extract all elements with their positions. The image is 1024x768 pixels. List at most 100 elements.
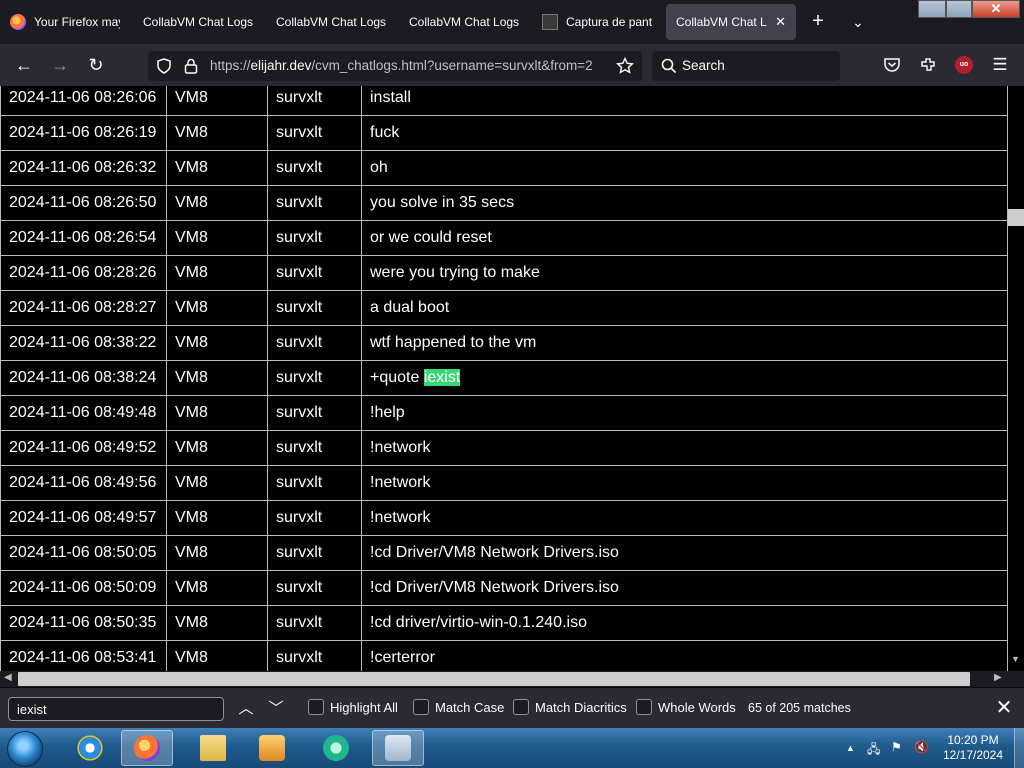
vm-cell: VM8 — [166, 360, 268, 396]
message-cell: !network — [361, 500, 1008, 536]
pocket-icon[interactable] — [883, 56, 901, 74]
tab-chat-logs-3[interactable]: CollabVM Chat Logs — [399, 4, 529, 40]
horizontal-scroll-thumb[interactable] — [18, 672, 970, 686]
message-cell: wtf happened to the vm — [361, 325, 1008, 361]
forward-button[interactable]: → — [48, 53, 72, 77]
list-tabs-button[interactable]: ⌄ — [846, 10, 870, 34]
extension-badge-label: uo — [959, 61, 969, 68]
checkbox-box[interactable] — [636, 699, 652, 715]
message-cell: install — [361, 86, 1008, 116]
timestamp-cell: 2024-11-06 08:38:24 — [0, 360, 167, 396]
close-find-bar-button[interactable]: ✕ — [992, 696, 1016, 720]
table-row: 2024-11-06 08:53:41 VM8 survxlt !certerror — [0, 640, 1008, 671]
message-cell: +quote iexist — [361, 360, 1008, 396]
table-row: 2024-11-06 08:50:35 VM8 survxlt !cd driver/… — [0, 605, 1008, 641]
reload-button[interactable]: ↻ — [84, 53, 108, 77]
volume-muted-icon[interactable]: 🔇 — [914, 740, 929, 754]
tab-firefox-notice[interactable]: Your Firefox may — [0, 4, 130, 40]
back-button[interactable]: ← — [12, 53, 36, 77]
vertical-scrollbar[interactable]: ▼ — [1008, 86, 1024, 671]
ublock-origin-icon[interactable]: uo — [955, 56, 973, 74]
username-cell: survxlt — [267, 570, 362, 606]
lock-icon[interactable] — [184, 58, 198, 74]
scroll-left-arrow-icon[interactable]: ◀ — [4, 672, 12, 683]
network-icon[interactable]: 🖧 — [867, 740, 880, 761]
page-content: 2024-11-06 08:26:06 VM8 survxlt install 2024… — [0, 86, 1008, 671]
bookmark-star-icon[interactable] — [616, 57, 634, 75]
find-next-button[interactable]: ﹀ — [264, 697, 288, 721]
username-cell: survxlt — [267, 360, 362, 396]
tab-chat-logs-1[interactable]: CollabVM Chat Logs — [133, 4, 263, 40]
start-button[interactable] — [7, 731, 43, 767]
search-icon — [661, 58, 677, 74]
username-cell: survxlt — [267, 640, 362, 671]
maximize-button[interactable] — [946, 0, 972, 18]
url-text[interactable]: https://elijahr.dev/cvm_chatlogs.html?us… — [210, 58, 610, 73]
show-desktop-button[interactable] — [1014, 728, 1024, 768]
username-cell: survxlt — [267, 86, 362, 116]
taskbar-remote-desktop[interactable] — [372, 730, 424, 766]
vm-cell: VM8 — [166, 115, 268, 151]
tab-title: CollabVM Chat Logs — [276, 15, 386, 29]
scroll-down-arrow-icon[interactable]: ▼ — [1011, 654, 1020, 664]
vm-cell: VM8 — [166, 290, 268, 326]
timestamp-cell: 2024-11-06 08:26:06 — [0, 86, 167, 116]
vm-cell: VM8 — [166, 395, 268, 431]
shield-icon[interactable] — [156, 58, 172, 74]
tab-chat-logs-2[interactable]: CollabVM Chat Logs — [266, 4, 396, 40]
new-tab-button[interactable]: + — [806, 10, 830, 34]
message-cell: !certerror — [361, 640, 1008, 671]
vertical-scroll-thumb[interactable] — [1008, 209, 1024, 226]
table-row: 2024-11-06 08:49:52 VM8 survxlt !network — [0, 430, 1008, 466]
taskbar-clock[interactable]: 10:20 PM 12/17/2024 — [936, 733, 1010, 763]
tab-screenshot[interactable]: Captura de pant — [532, 4, 662, 40]
show-hidden-icons-icon[interactable]: ▲ — [846, 743, 855, 753]
tab-chat-logs-active[interactable]: CollabVM Chat Lo ✕ — [666, 4, 796, 40]
firefox-icon — [10, 14, 26, 30]
whole-words-label: Whole Words — [658, 699, 736, 715]
close-window-button[interactable]: ✕ — [972, 0, 1020, 18]
taskbar-internet-explorer[interactable] — [64, 730, 116, 766]
close-tab-icon[interactable]: ✕ — [775, 14, 786, 30]
checkbox-box[interactable] — [413, 699, 429, 715]
url-bar[interactable]: https://elijahr.dev/cvm_chatlogs.html?us… — [148, 51, 642, 81]
extensions-icon[interactable] — [919, 56, 937, 74]
search-bar[interactable]: Search — [652, 51, 840, 81]
taskbar-file-explorer[interactable] — [187, 730, 239, 766]
username-cell: survxlt — [267, 290, 362, 326]
table-row: 2024-11-06 08:38:24 VM8 survxlt +quote iexi… — [0, 360, 1008, 396]
timestamp-cell: 2024-11-06 08:28:27 — [0, 290, 167, 326]
vm-cell: VM8 — [166, 535, 268, 571]
taskbar-firefox[interactable] — [121, 730, 173, 766]
find-previous-button[interactable]: ︿ — [234, 697, 258, 721]
taskbar-collabvm-app[interactable] — [310, 730, 362, 766]
vm-cell: VM8 — [166, 430, 268, 466]
menu-hamburger-icon[interactable]: ☰ — [988, 53, 1012, 77]
taskbar-media-player[interactable] — [246, 730, 298, 766]
username-cell: survxlt — [267, 395, 362, 431]
highlight-all-checkbox[interactable]: Highlight All — [308, 699, 398, 715]
message-cell: !cd Driver/VM8 Network Drivers.iso — [361, 535, 1008, 571]
table-row: 2024-11-06 08:26:06 VM8 survxlt install — [0, 86, 1008, 116]
match-case-checkbox[interactable]: Match Case — [413, 699, 504, 715]
timestamp-cell: 2024-11-06 08:50:05 — [0, 535, 167, 571]
table-row: 2024-11-06 08:50:09 VM8 survxlt !cd Driver/… — [0, 570, 1008, 606]
message-cell: a dual boot — [361, 290, 1008, 326]
action-center-flag-icon[interactable]: ⚑ — [891, 740, 902, 754]
match-diacritics-label: Match Diacritics — [535, 699, 627, 715]
scroll-right-arrow-icon[interactable]: ▶ — [994, 672, 1002, 683]
whole-words-checkbox[interactable]: Whole Words — [636, 699, 736, 715]
checkbox-box[interactable] — [513, 699, 529, 715]
tab-strip: Your Firefox may CollabVM Chat Logs Coll… — [0, 0, 1024, 44]
timestamp-cell: 2024-11-06 08:49:52 — [0, 430, 167, 466]
timestamp-cell: 2024-11-06 08:50:09 — [0, 570, 167, 606]
firefox-icon — [134, 735, 160, 761]
find-input[interactable] — [8, 697, 224, 721]
match-diacritics-checkbox[interactable]: Match Diacritics — [513, 699, 627, 715]
checkbox-box[interactable] — [308, 699, 324, 715]
table-row: 2024-11-06 08:38:22 VM8 survxlt wtf happene… — [0, 325, 1008, 361]
message-cell: !cd driver/virtio-win-0.1.240.iso — [361, 605, 1008, 641]
timestamp-cell: 2024-11-06 08:26:32 — [0, 150, 167, 186]
minimize-button[interactable] — [918, 0, 946, 18]
vm-cell: VM8 — [166, 325, 268, 361]
